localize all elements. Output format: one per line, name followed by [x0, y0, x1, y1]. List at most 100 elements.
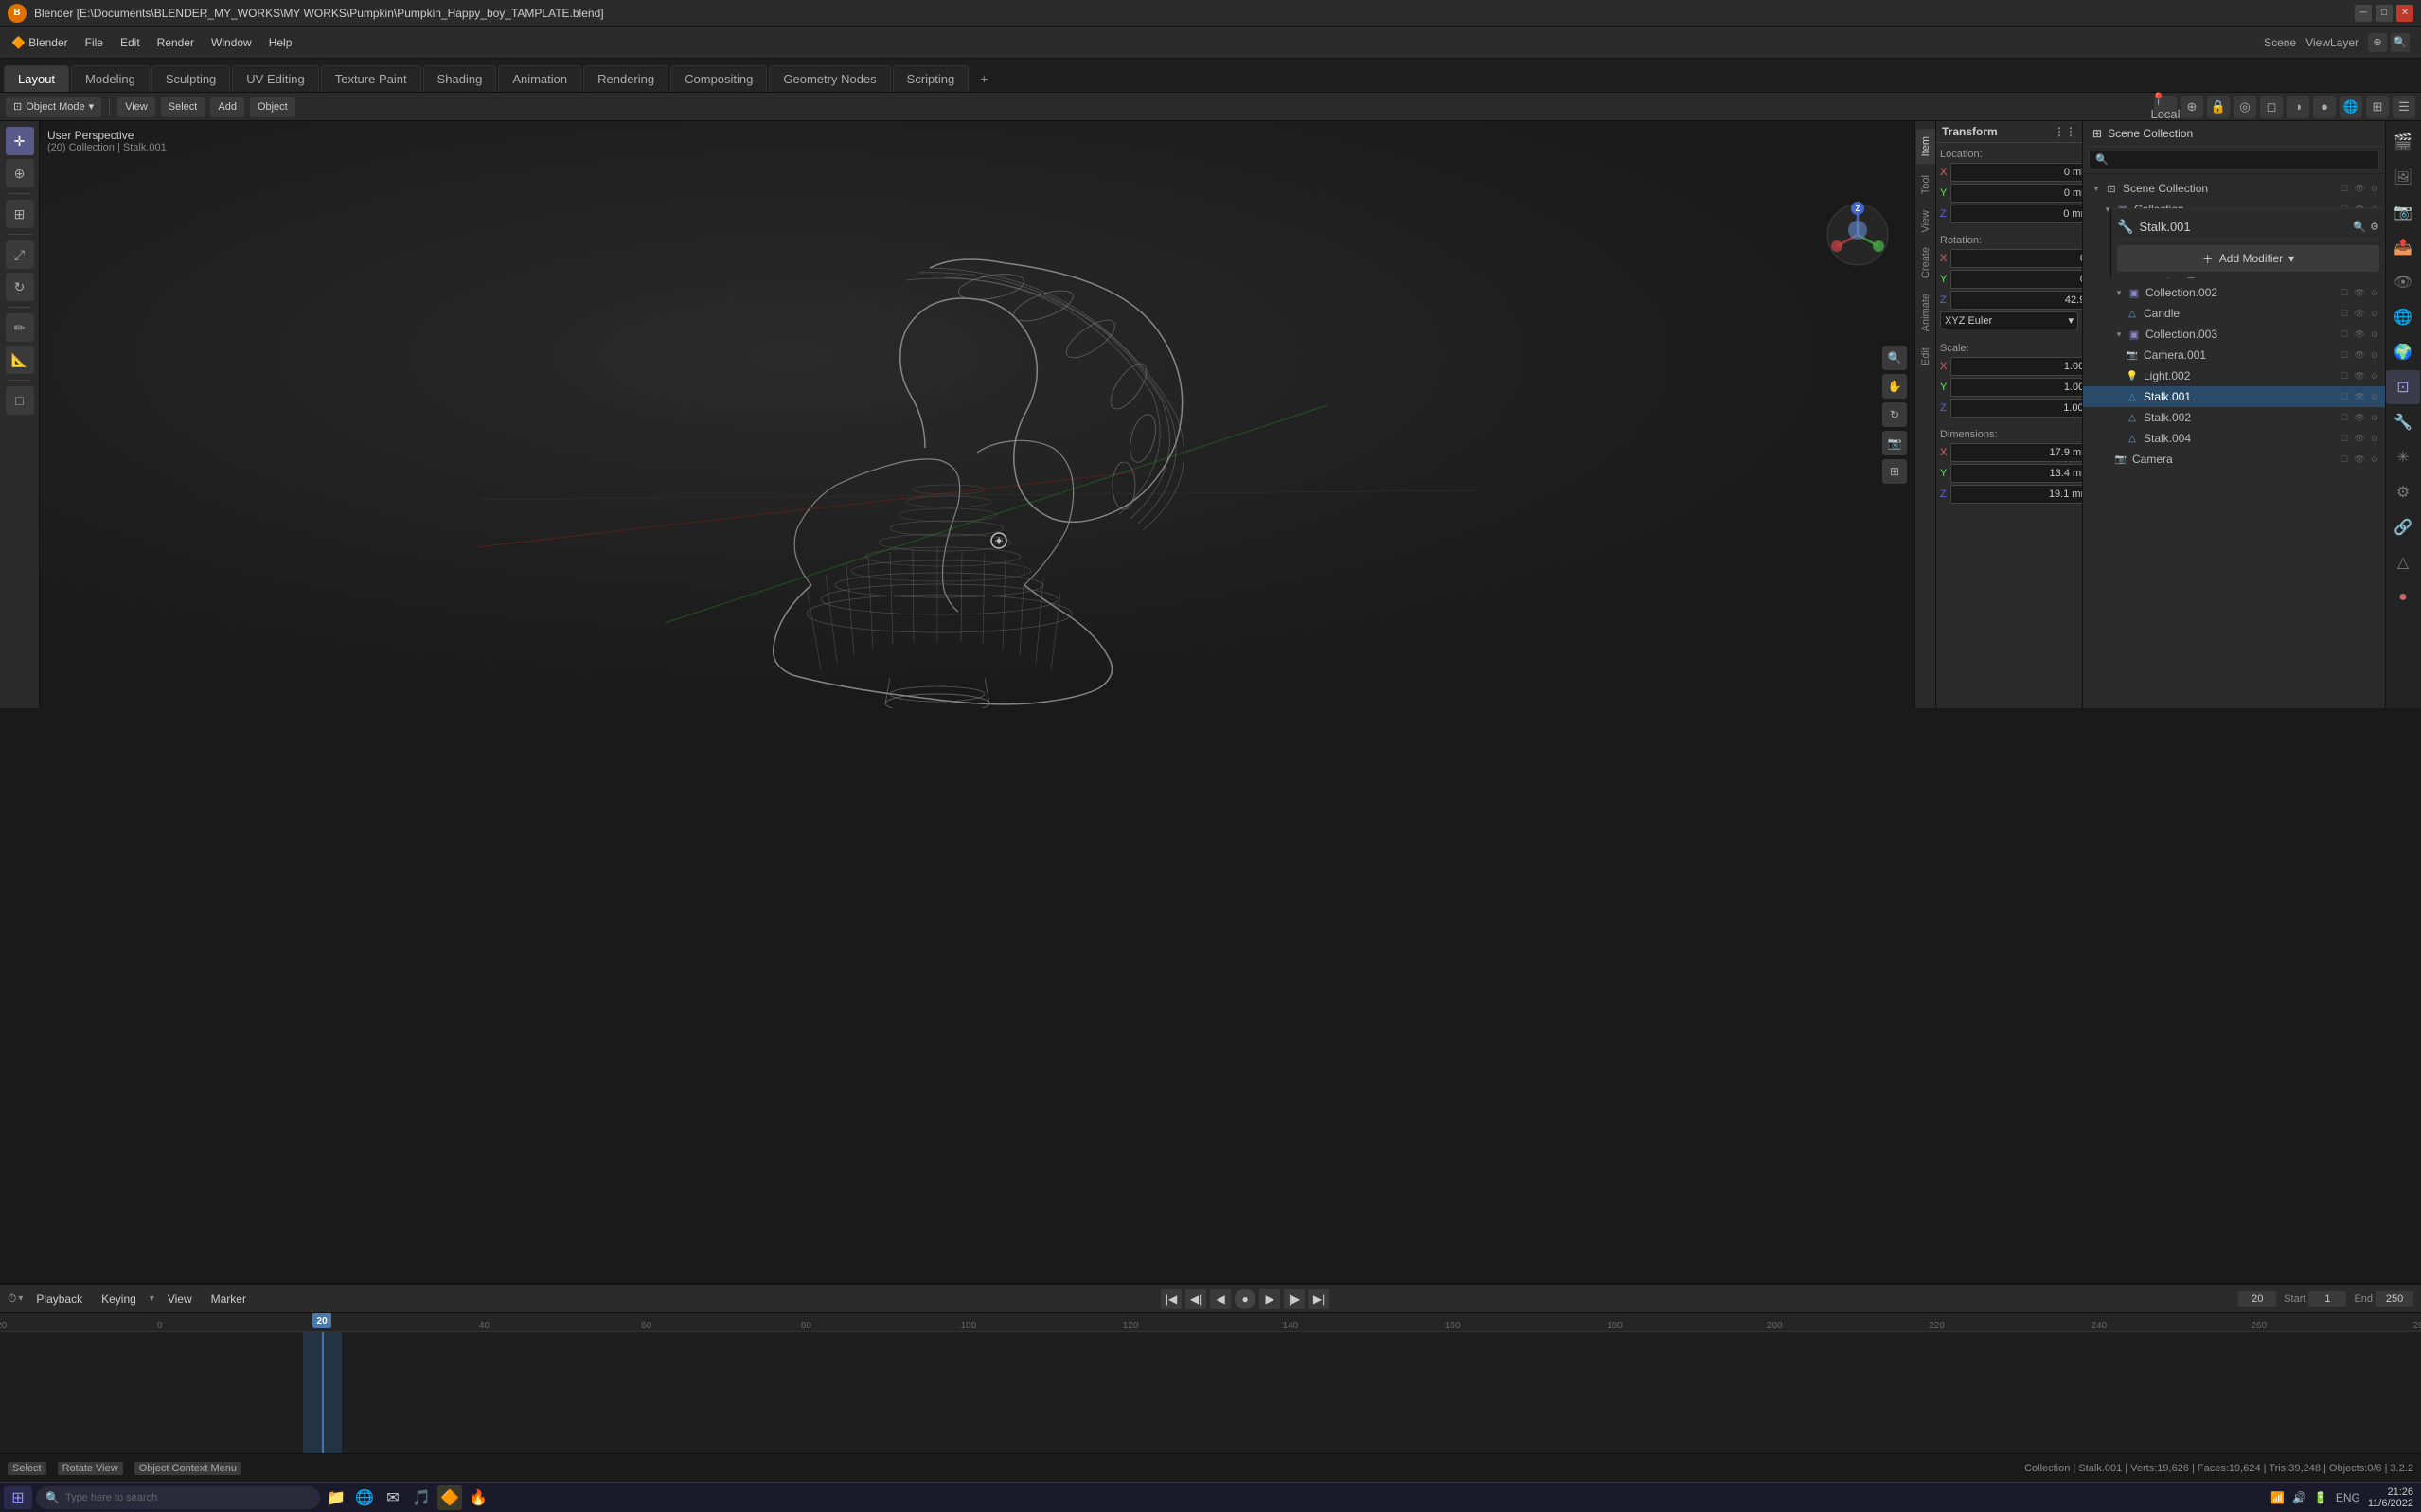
tab-create[interactable]: Create [1916, 240, 1935, 286]
menu-blender[interactable]: 🔶 Blender [4, 32, 76, 53]
tab-edit[interactable]: Edit [1916, 340, 1935, 373]
tree-item-camera-001[interactable]: 📷 Camera.001 ☐ 👁 ⊙ [2083, 345, 2385, 365]
viewport-shading-1[interactable]: ◻ [2260, 96, 2283, 118]
taskbar-search[interactable]: 🔍 Type here to search [36, 1486, 320, 1509]
rotate-tool[interactable]: ↻ [6, 273, 34, 301]
close-button[interactable]: ✕ [2396, 5, 2413, 22]
tab-rendering[interactable]: Rendering [583, 65, 668, 92]
taskbar-app-other[interactable]: 🔥 [466, 1485, 490, 1510]
tab-compositing[interactable]: Compositing [670, 65, 767, 92]
rotation-z-input[interactable] [1950, 291, 2094, 310]
taskbar-app-mail[interactable]: ✉ [381, 1485, 405, 1510]
transform-pivot[interactable]: ⊕ [2181, 96, 2203, 118]
proportional-edit[interactable]: ◎ [2234, 96, 2256, 118]
select-vis-icon[interactable]: ⊙ [2368, 182, 2381, 195]
viewport-vis-icon[interactable]: 👁 [2353, 182, 2366, 195]
tree-item-collection-003[interactable]: ▾ ▣ Collection.003 ☐ 👁 ⊙ [2083, 324, 2385, 345]
tab-geometry-nodes[interactable]: Geometry Nodes [769, 65, 890, 92]
prop-material-icon[interactable]: ● [2386, 580, 2420, 614]
tree-item-scene-collection[interactable]: ▾ ⊡ Scene Collection ☐ 👁 ⊙ [2083, 178, 2385, 199]
play-reverse-btn[interactable]: ◀ [1210, 1289, 1231, 1309]
current-frame-input[interactable] [2238, 1291, 2276, 1307]
add-cube-tool[interactable]: □ [6, 386, 34, 415]
dim-y-input[interactable] [1950, 464, 2094, 483]
render-vis-icon[interactable]: ☐ [2338, 182, 2351, 195]
rotation-mode-dropdown[interactable]: XYZ Euler ▾ [1940, 311, 2078, 329]
object-menu[interactable]: Object [250, 97, 295, 117]
start-frame-input[interactable] [2308, 1291, 2346, 1307]
rotation-x-input[interactable] [1950, 249, 2094, 268]
tab-tool[interactable]: Tool [1916, 168, 1935, 202]
orbit-view-btn[interactable]: ↻ [1882, 402, 1907, 427]
marker-menu[interactable]: Marker [205, 1290, 252, 1307]
overlay-btn[interactable]: ⊞ [2366, 96, 2389, 118]
tab-shading[interactable]: Shading [423, 65, 497, 92]
maximize-button[interactable]: □ [2376, 5, 2393, 22]
keying-dropdown[interactable]: ▾ [150, 1293, 154, 1304]
tab-uv-editing[interactable]: UV Editing [232, 65, 318, 92]
timeline-area-type[interactable]: ⏱ ▾ [8, 1291, 23, 1306]
stop-btn[interactable]: ● [1235, 1289, 1255, 1309]
end-frame-input[interactable] [2376, 1291, 2413, 1307]
zoom-view-btn[interactable]: 🔍 [1882, 346, 1907, 370]
taskbar-app-blender[interactable]: 🔶 [437, 1485, 462, 1510]
cursor-tool[interactable]: ✛ [6, 127, 34, 155]
sys-icon-eng[interactable]: ENG [2336, 1491, 2360, 1504]
prop-output-icon[interactable]: 📤 [2386, 230, 2420, 264]
tab-layout[interactable]: Layout [4, 65, 69, 92]
context-key[interactable]: Object Context Menu [134, 1462, 241, 1475]
transform-tool[interactable]: ⊞ [6, 200, 34, 228]
jump-end-btn[interactable]: ▶| [1308, 1289, 1329, 1309]
start-button[interactable]: ⊞ [4, 1486, 32, 1509]
taskbar-app-music[interactable]: 🎵 [409, 1485, 434, 1510]
prop-view-icon[interactable]: 👁 [2386, 265, 2420, 299]
tree-item-stalk-002[interactable]: △ Stalk.002 ☐ 👁 ⊙ [2083, 407, 2385, 428]
prop-renderlayer-icon[interactable]: 🖼 [2386, 160, 2420, 194]
sys-icon-volume[interactable]: 🔊 [2292, 1491, 2306, 1504]
playback-menu[interactable]: Playback [30, 1290, 88, 1307]
local-view-btn[interactable]: 📍 Local [2154, 96, 2177, 118]
prop-modifier-icon[interactable]: 🔧 [2386, 405, 2420, 439]
annotate-tool[interactable]: ✏ [6, 313, 34, 342]
sys-icon-network[interactable]: 📶 [2270, 1491, 2285, 1504]
view-menu[interactable]: View [117, 97, 155, 117]
rotate-key[interactable]: Rotate View [58, 1462, 123, 1475]
scale-x-input[interactable] [1950, 357, 2094, 376]
tree-item-collection-002[interactable]: ▾ ▣ Collection.002 ☐ 👁 ⊙ [2083, 282, 2385, 303]
tab-animation[interactable]: Animation [498, 65, 581, 92]
tab-sculpting[interactable]: Sculpting [151, 65, 230, 92]
prop-world-icon[interactable]: 🌍 [2386, 335, 2420, 369]
rotation-y-input[interactable] [1950, 270, 2094, 289]
jump-start-btn[interactable]: |◀ [1161, 1289, 1182, 1309]
tab-modeling[interactable]: Modeling [71, 65, 150, 92]
prop-render-icon[interactable]: 📷 [2386, 195, 2420, 229]
scale-tool[interactable]: ⤢ [6, 240, 34, 269]
prev-keyframe-btn[interactable]: ◀| [1185, 1289, 1206, 1309]
menu-help[interactable]: Help [261, 32, 300, 53]
add-menu[interactable]: Add [210, 97, 244, 117]
prop-object-icon[interactable]: ⊡ [2386, 370, 2420, 404]
menu-window[interactable]: Window [204, 32, 259, 53]
taskbar-app-edge[interactable]: 🌐 [352, 1485, 377, 1510]
measure-tool[interactable]: 📐 [6, 346, 34, 374]
prop-data-icon[interactable]: △ [2386, 545, 2420, 579]
location-z-input[interactable] [1950, 205, 2094, 223]
view-menu-tl[interactable]: View [162, 1290, 198, 1307]
tree-item-stalk-004[interactable]: △ Stalk.004 ☐ 👁 ⊙ [2083, 428, 2385, 449]
tab-animate[interactable]: Animate [1916, 286, 1935, 339]
xray-btn[interactable]: ☰ [2393, 96, 2415, 118]
play-btn[interactable]: ▶ [1259, 1289, 1280, 1309]
dim-z-input[interactable] [1950, 485, 2094, 504]
tab-scripting[interactable]: Scripting [893, 65, 970, 92]
dim-x-input[interactable] [1950, 443, 2094, 462]
taskbar-app-explorer[interactable]: 📁 [324, 1485, 348, 1510]
next-keyframe-btn[interactable]: |▶ [1284, 1289, 1305, 1309]
viewport-shading-2[interactable]: ◑ [2287, 96, 2309, 118]
menu-file[interactable]: File [78, 32, 111, 53]
header-icon-1[interactable]: ⊕ [2368, 33, 2387, 52]
prop-scene2-icon[interactable]: 🌐 [2386, 300, 2420, 334]
prop-constraints-icon[interactable]: 🔗 [2386, 510, 2420, 544]
mode-selector[interactable]: ⊡ Object Mode ▾ [6, 97, 101, 117]
tree-item-candle[interactable]: △ Candle ☐ 👁 ⊙ [2083, 303, 2385, 324]
mod-settings-icon[interactable]: ⚙ [2370, 221, 2379, 233]
